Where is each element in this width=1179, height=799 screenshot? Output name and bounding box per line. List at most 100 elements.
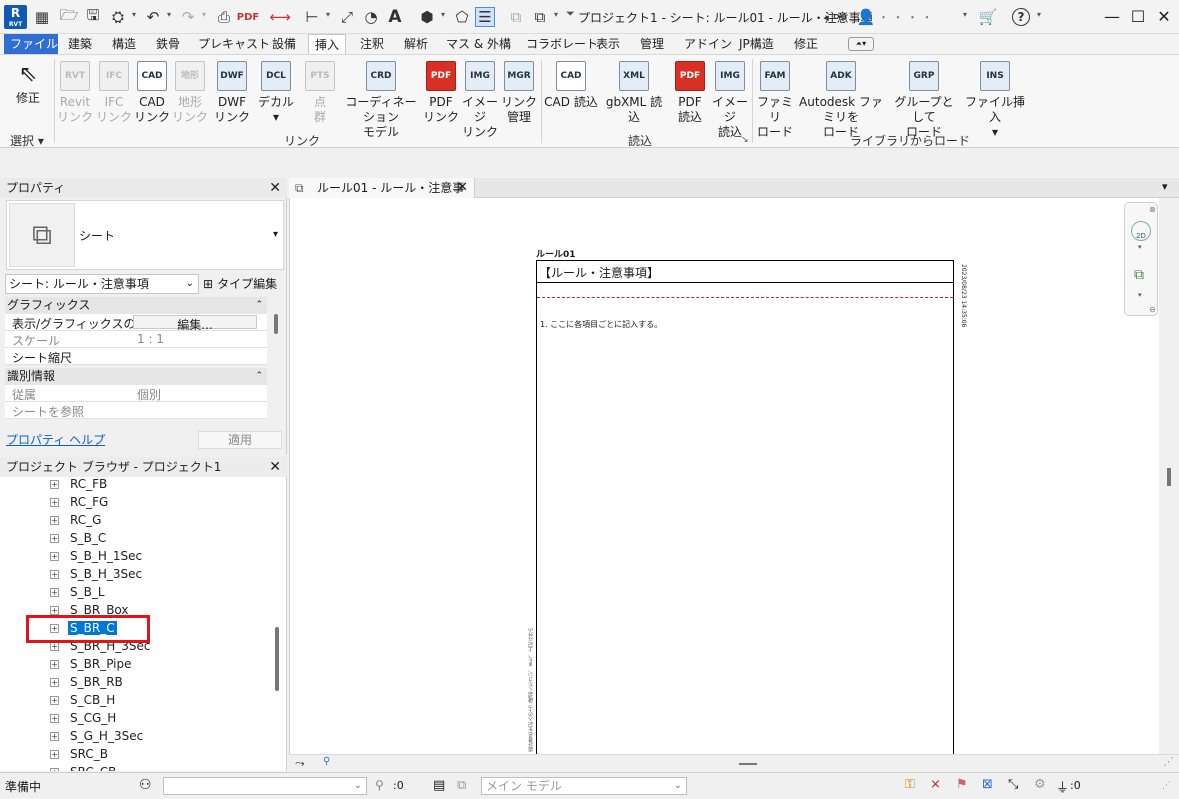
dwf-link-button[interactable]: DWF DWF リンク [212,59,252,125]
redo-dropdown-icon[interactable]: ▾ [202,10,206,19]
3d-view-dropdown-icon[interactable]: ▾ [441,10,445,19]
section-icon[interactable]: ⬠ [452,7,472,27]
3d-view-icon[interactable]: ⬢ [417,7,437,27]
expand-icon[interactable]: + [50,642,59,651]
expand-icon[interactable]: + [50,516,59,525]
close-icon[interactable]: ✕ [269,178,281,198]
image-link-button[interactable]: IMG イメージ リンク [459,59,501,140]
apply-button[interactable]: 適用 [198,431,282,449]
close-icon[interactable]: ✕ [1151,5,1177,29]
pdf-import-button[interactable]: PDF PDF 読込 [671,59,709,125]
modify-button[interactable]: ⇖ 修正 [8,59,48,106]
tree-item[interactable]: + SRC_CB [50,763,118,771]
redo-icon[interactable]: ↷ [178,7,198,27]
properties-help-link[interactable]: プロパティ ヘルプ [6,431,105,448]
expand-icon[interactable]: + [50,498,59,507]
horizontal-scroll-thumb[interactable] [739,763,757,765]
close-icon[interactable]: ✕ [457,178,468,198]
cad-import-button[interactable]: CAD CAD 読込 [544,59,598,110]
folder-open-icon[interactable]: 🗁 [59,6,79,27]
tree-item[interactable]: + S_CB_H [50,691,117,709]
edit-visibility-button[interactable]: 編集... [133,315,257,332]
steering-wheel-icon[interactable]: 2D [1131,221,1151,241]
maximize-icon[interactable]: ☐ [1125,5,1151,29]
user-icon[interactable]: 👤 [856,7,876,27]
visual-style-icon[interactable]: ⤳ [295,756,305,771]
edit-type-button[interactable]: ⊞ タイプ編集 [203,274,283,294]
binoculars-icon[interactable]: ⚯ [830,7,850,27]
tab-file[interactable]: ファイル [4,34,58,54]
tree-item[interactable]: + S_B_H_3Sec [50,565,144,583]
manage-links-button[interactable]: MGR リンク 管理 [500,59,538,125]
expand-icon[interactable]: + [50,606,59,615]
show-render-icon[interactable]: ⚲ [323,756,330,767]
drawing-canvas[interactable]: ルール01 【ルール・注意事項】 1. ここに各項目ごとに記入する。 2023/… [289,198,1171,754]
text-icon[interactable]: A [385,7,405,27]
gbxml-import-button[interactable]: XML gbXML 読込 [600,59,668,125]
select-by-face-icon[interactable]: ⊠ [982,777,993,792]
point-cloud-button[interactable]: PTS 点群 [302,59,338,125]
tab-list-dropdown-icon[interactable]: ▾ [1162,180,1168,193]
tree-item[interactable]: + RC_FG [50,493,110,511]
design-options-icon[interactable]: ▤ [433,778,445,793]
group-identity[interactable]: 識別情報 ⌃ [5,368,267,385]
expand-icon[interactable]: + [50,552,59,561]
measure-icon[interactable]: ⟷ [269,7,291,27]
drag-on-selection-icon[interactable]: ⤡ [1008,777,1018,792]
user-name[interactable]: ・ ・ ・ ・ [878,9,933,25]
select-links-icon[interactable]: ⚿ [905,777,915,792]
minimize-icon[interactable]: — [1099,5,1125,29]
workset-selector[interactable]: ⌄ [163,777,367,795]
tab-view[interactable]: 表示 [590,34,626,54]
revit-link-button[interactable]: RVT Revit リンク [55,59,95,125]
background-processes-icon[interactable]: ⚙ [1034,777,1046,792]
tab-manage[interactable]: 管理 [634,34,670,54]
topography-link-button[interactable]: 地形 地形 リンク [170,59,210,125]
tab-architecture[interactable]: 建築 [62,34,98,54]
decal-button[interactable]: DCL デカル ▾ [255,59,297,125]
cart-icon[interactable]: 🛒 [978,7,998,27]
dimension-icon[interactable]: ⊢ [302,7,322,27]
tree-item[interactable]: + S_B_H_1Sec [50,547,144,565]
tree-item[interactable]: + S_CG_H [50,709,118,727]
type-selector[interactable]: ⧉ シート ▾ [6,200,284,270]
tree-item[interactable]: + SRC_B [50,745,110,763]
chevron-down-icon[interactable]: ▾ [1138,243,1142,251]
spot-elevation-icon[interactable]: ⤢ [337,7,357,27]
editable-only-icon[interactable]: ⚲ [375,778,384,792]
tab-analyze[interactable]: 解析 [398,34,434,54]
home-icon[interactable]: ▦ [32,7,52,27]
active-design-option-icon[interactable]: ⧉ [457,778,466,793]
help-dropdown-icon[interactable]: ▾ [1037,10,1041,19]
save-icon[interactable]: 🖫 [83,6,103,27]
import-launcher-icon[interactable]: ↘ [741,135,749,145]
tab-precast[interactable]: プレキャスト [192,34,276,54]
coordination-model-button[interactable]: CRD コーディネーション モデル [340,59,422,140]
tree-item[interactable]: + RC_FB [50,475,109,493]
revit-logo[interactable]: R RVT [4,5,27,29]
tab-insert[interactable]: 挿入 [308,34,347,54]
tree-item[interactable]: + S_BR_Pipe [50,655,134,673]
load-family-button[interactable]: FAM ファミリ ロード [755,59,795,140]
tab-jp-structure[interactable]: JP構造 [733,34,780,54]
select-panel-label[interactable]: 選択 ▾ [10,132,44,149]
chevron-down-icon[interactable]: ▾ [273,229,278,240]
tree-item[interactable]: + RC_G [50,511,103,529]
expand-icon[interactable]: + [50,696,59,705]
design-option-selector[interactable]: メイン モデル ⌄ [481,777,687,795]
expand-icon[interactable]: + [50,732,59,741]
tag-icon[interactable]: ◔ [361,7,381,27]
cad-link-button[interactable]: CAD CAD リンク [132,59,172,125]
worksets-icon[interactable]: ⚇ [139,777,152,793]
expand-icon[interactable]: + [50,480,59,489]
tab-structure[interactable]: 構造 [106,34,142,54]
image-import-button[interactable]: IMG イメージ 読込 [709,59,751,140]
ifc-link-button[interactable]: IFC IFC リンク [94,59,134,125]
expand-icon[interactable]: + [50,714,59,723]
expand-icon[interactable]: + [50,588,59,597]
expand-icon[interactable]: + [50,570,59,579]
thin-lines-icon[interactable]: ☰ [475,7,495,27]
select-underlay-icon[interactable]: ⨯ [930,777,941,792]
sync-icon[interactable]: ⛭ [108,7,128,27]
tab-steel[interactable]: 鉄骨 [150,34,186,54]
